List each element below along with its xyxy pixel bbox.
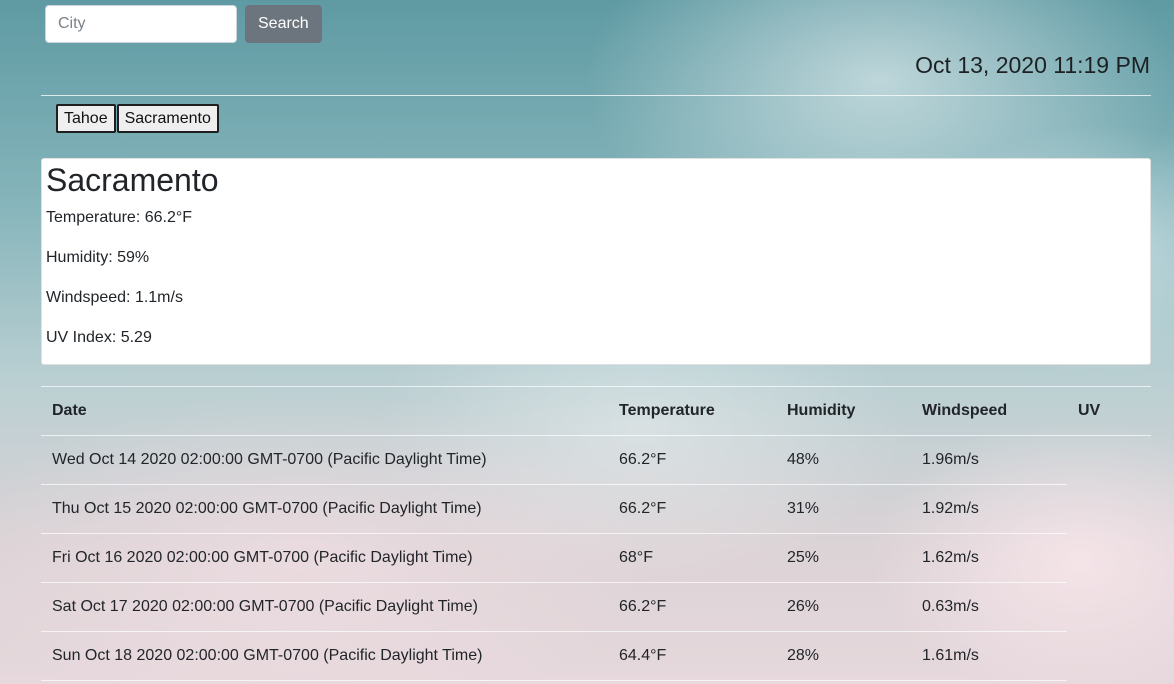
row-uv <box>1067 534 1151 583</box>
row-temperature: 66.2°F <box>608 484 776 534</box>
current-temperature: Temperature: 66.2°F <box>46 209 193 226</box>
city-search-input[interactable] <box>45 5 237 43</box>
current-windspeed: Windspeed: 1.1m/s <box>46 289 183 306</box>
row-humidity: 26% <box>776 582 911 632</box>
forecast-table: Date Temperature Humidity Windspeed UV W… <box>41 386 1151 681</box>
current-datetime: Oct 13, 2020 11:19 PM <box>915 52 1150 78</box>
row-windspeed: 1.96m/s <box>911 435 1067 485</box>
current-weather-card: Sacramento Temperature: 66.2°F Humidity:… <box>41 158 1151 365</box>
forecast-header-row: Date Temperature Humidity Windspeed UV <box>41 386 1151 436</box>
row-date: Wed Oct 14 2020 02:00:00 GMT-0700 (Pacif… <box>41 435 608 485</box>
row-humidity: 48% <box>776 435 911 485</box>
row-windspeed: 0.63m/s <box>911 582 1067 632</box>
table-row: Fri Oct 16 2020 02:00:00 GMT-0700 (Pacif… <box>41 533 1151 583</box>
row-uv <box>1067 485 1151 534</box>
history-button-sacramento[interactable]: Sacramento <box>116 104 219 133</box>
row-temperature: 68°F <box>608 533 776 583</box>
row-windspeed: 1.62m/s <box>911 533 1067 583</box>
row-uv <box>1067 632 1151 681</box>
row-uv <box>1067 583 1151 632</box>
current-uv-index: UV Index: 5.29 <box>46 329 152 346</box>
header-divider <box>41 95 1151 96</box>
table-row: Sun Oct 18 2020 02:00:00 GMT-0700 (Pacif… <box>41 631 1151 681</box>
header-date: Date <box>41 386 608 436</box>
search-history: Tahoe Sacramento <box>56 104 219 133</box>
table-row: Wed Oct 14 2020 02:00:00 GMT-0700 (Pacif… <box>41 435 1151 485</box>
current-city-title: Sacramento <box>46 162 219 198</box>
row-date: Thu Oct 15 2020 02:00:00 GMT-0700 (Pacif… <box>41 484 608 534</box>
search-bar: Search <box>45 5 322 43</box>
header-windspeed: Windspeed <box>911 386 1067 436</box>
row-temperature: 66.2°F <box>608 582 776 632</box>
row-date: Sat Oct 17 2020 02:00:00 GMT-0700 (Pacif… <box>41 582 608 632</box>
row-humidity: 28% <box>776 631 911 681</box>
header-humidity: Humidity <box>776 386 911 436</box>
row-date: Fri Oct 16 2020 02:00:00 GMT-0700 (Pacif… <box>41 533 608 583</box>
row-windspeed: 1.61m/s <box>911 631 1067 681</box>
row-uv <box>1067 436 1151 485</box>
table-row: Sat Oct 17 2020 02:00:00 GMT-0700 (Pacif… <box>41 582 1151 632</box>
row-temperature: 66.2°F <box>608 435 776 485</box>
row-humidity: 31% <box>776 484 911 534</box>
row-temperature: 64.4°F <box>608 631 776 681</box>
search-button[interactable]: Search <box>245 5 322 43</box>
header-temperature: Temperature <box>608 386 776 436</box>
row-humidity: 25% <box>776 533 911 583</box>
table-row: Thu Oct 15 2020 02:00:00 GMT-0700 (Pacif… <box>41 484 1151 534</box>
history-button-tahoe[interactable]: Tahoe <box>56 104 116 133</box>
row-windspeed: 1.92m/s <box>911 484 1067 534</box>
current-humidity: Humidity: 59% <box>46 249 150 266</box>
header-uv: UV <box>1067 386 1151 436</box>
row-date: Sun Oct 18 2020 02:00:00 GMT-0700 (Pacif… <box>41 631 608 681</box>
